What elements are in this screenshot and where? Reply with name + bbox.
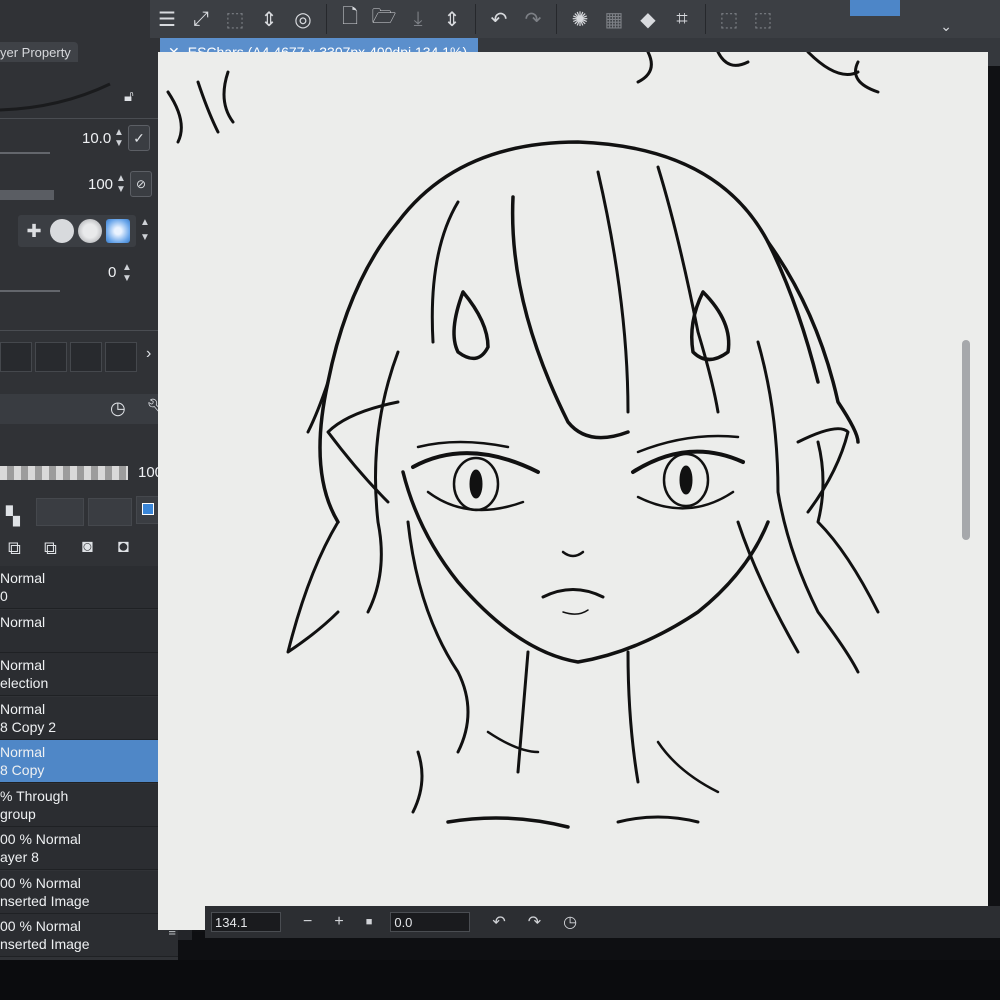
layer-blend-mode: Normal (0, 744, 46, 760)
layer-name: group (0, 805, 36, 822)
new-vector-layer-icon[interactable]: ⧉ (44, 538, 57, 559)
layer-name: nserted Image (0, 892, 90, 909)
layer-blend-mode: 00 % Normal (0, 918, 81, 934)
layer-row[interactable]: Normal≡ (0, 609, 178, 653)
tip-spinner[interactable]: ▲ ▼ (138, 215, 152, 247)
layer-name: 8 Copy (0, 762, 45, 778)
layer-opacity-slider[interactable] (0, 466, 128, 480)
fit-screen-icon[interactable]: ⤢ (184, 2, 218, 36)
tool-property-tab[interactable]: yer Property (0, 42, 78, 62)
panel-footer: ◷ 🔧︎ (0, 394, 178, 424)
preset-slot[interactable] (105, 342, 137, 372)
save-icon[interactable]: ⤓ (401, 2, 435, 36)
chevron-down-icon[interactable]: ⌄ (940, 18, 952, 35)
rotate-left-icon[interactable]: ↶ (492, 912, 505, 932)
layer-name: ayer 8 (0, 849, 39, 865)
layer-blend-mode: Normal (0, 657, 46, 673)
camera-icon[interactable]: ◘ (118, 536, 129, 557)
updown-icon[interactable]: ⇕ (435, 2, 469, 36)
spiral-icon[interactable]: ◎ (286, 2, 320, 36)
brush-tip-selector: ✚ (18, 215, 136, 247)
layer-name: 8 Copy 2 (0, 718, 57, 735)
status-bar: 134.1 − + ■ 0.0 ↶ ↷ ◷ (205, 906, 1000, 938)
checker-icon[interactable]: ▚ (6, 506, 20, 527)
layer-blend-mode: Normal (0, 570, 46, 586)
layer-name: 0 (0, 588, 8, 604)
tool-property-panel: yer Property 🔓︎ 10.0 ▲ ▼ ✓ 100 ▲ ▼ ⊘ ✚ ▲ ▼ … (0, 0, 178, 1000)
square-tip-icon[interactable]: ✚ (22, 219, 46, 243)
layer-name: election (0, 675, 49, 691)
preset-slot[interactable] (70, 342, 102, 372)
zoom-out-icon[interactable]: − (303, 913, 312, 931)
soft-round-tip-icon[interactable] (78, 219, 102, 243)
airbrush-tip-icon[interactable] (106, 219, 130, 243)
layer-blend-mode: Normal (0, 700, 46, 717)
clip-layer-toggle[interactable] (88, 498, 132, 526)
layer-row[interactable]: 00 % Normalnserted Image≡ (0, 870, 178, 914)
brush-opacity-value[interactable]: 100 (88, 176, 113, 193)
clear-icon[interactable]: ▦ (597, 2, 631, 36)
angle-slider[interactable] (0, 290, 60, 292)
layer-mask-icon[interactable]: ◙ (82, 536, 93, 557)
preset-slot[interactable] (35, 342, 67, 372)
selection-icon[interactable]: ⬚ (712, 2, 746, 36)
layer-row[interactable]: % Throughgroup≡ (0, 783, 178, 827)
hard-round-tip-icon[interactable] (50, 219, 74, 243)
layer-blend-mode: 00 % Normal (0, 874, 81, 891)
canvas-vertical-scrollbar[interactable] (962, 340, 970, 540)
updown-icon[interactable]: ⇕ (252, 2, 286, 36)
layer-row[interactable]: 00 % Normalnserted Image≡ (0, 914, 178, 957)
layer-row[interactable]: Normalelection≡ (0, 653, 178, 696)
size-spinner[interactable]: ▲ ▼ (112, 127, 126, 151)
deselect-icon[interactable]: ⬚ (746, 2, 780, 36)
lock-icon[interactable]: 🔓︎ (124, 88, 134, 105)
layer-row[interactable]: Normal8 Copy≡ (0, 740, 178, 783)
layer-blend-mode: % Through (0, 787, 69, 804)
chevron-right-icon[interactable]: › (146, 345, 151, 363)
zoom-in-icon[interactable]: + (334, 913, 343, 931)
layer-blend-mode: 00 % Normal (0, 831, 81, 847)
transform-icon[interactable]: ⬚ (218, 2, 252, 36)
angle-value[interactable]: 0 (108, 264, 116, 281)
opacity-slider[interactable] (0, 190, 54, 200)
size-pressure-toggle[interactable]: ✓ (128, 125, 150, 151)
rotation-field[interactable]: 0.0 (390, 912, 471, 932)
loading-icon[interactable]: ✺ (563, 2, 597, 36)
preset-slot[interactable] (0, 342, 32, 372)
undo-icon[interactable]: ↶ (482, 2, 516, 36)
line-art-drawing (166, 52, 880, 829)
redo-icon[interactable]: ↷ (516, 2, 550, 36)
rotate-right-icon[interactable]: ↷ (528, 912, 541, 932)
drawing-canvas[interactable] (158, 52, 988, 930)
timer-icon[interactable]: ◷ (110, 398, 126, 419)
top-toolbar: ☰ ⤢ ⬚ ⇕ ◎ 🗋︎ 🗁︎ ⤓ ⇕ ↶ ↷ ✺ ▦ ◆ ⌗ ⬚ ⬚ (150, 0, 1000, 38)
new-raster-layer-icon[interactable]: ⧉ (8, 538, 21, 559)
new-file-icon[interactable]: 🗋︎ (333, 2, 367, 36)
menu-icon[interactable]: ☰ (150, 2, 184, 36)
device-bezel (0, 960, 1000, 1000)
open-folder-icon[interactable]: 🗁︎ (367, 2, 401, 36)
crop-icon[interactable]: ⌗ (665, 2, 699, 36)
brush-preview (0, 82, 111, 112)
reference-layer-toggle[interactable] (36, 498, 84, 526)
reset-rotation-icon[interactable]: ◷ (563, 912, 577, 932)
active-tool-indicator[interactable] (850, 0, 900, 16)
layer-name: nserted Image (0, 936, 90, 952)
brush-size-value[interactable]: 10.0 (82, 130, 111, 147)
fill-icon[interactable]: ◆ (631, 2, 665, 36)
layer-row[interactable]: Normal8 Copy 2≡ (0, 696, 178, 740)
size-slider[interactable] (0, 152, 50, 154)
layer-row[interactable]: Normal0≡ (0, 566, 178, 609)
zoom-field[interactable]: 134.1 (211, 912, 281, 932)
opacity-spinner[interactable]: ▲ ▼ (114, 173, 128, 197)
angle-spinner[interactable]: ▲ ▼ (120, 262, 134, 286)
layer-row[interactable]: 00 % Normalayer 8≡ (0, 827, 178, 870)
reset-zoom-icon[interactable]: ■ (366, 916, 373, 928)
layer-blend-mode: Normal (0, 613, 46, 630)
opacity-pressure-toggle[interactable]: ⊘ (130, 171, 152, 197)
